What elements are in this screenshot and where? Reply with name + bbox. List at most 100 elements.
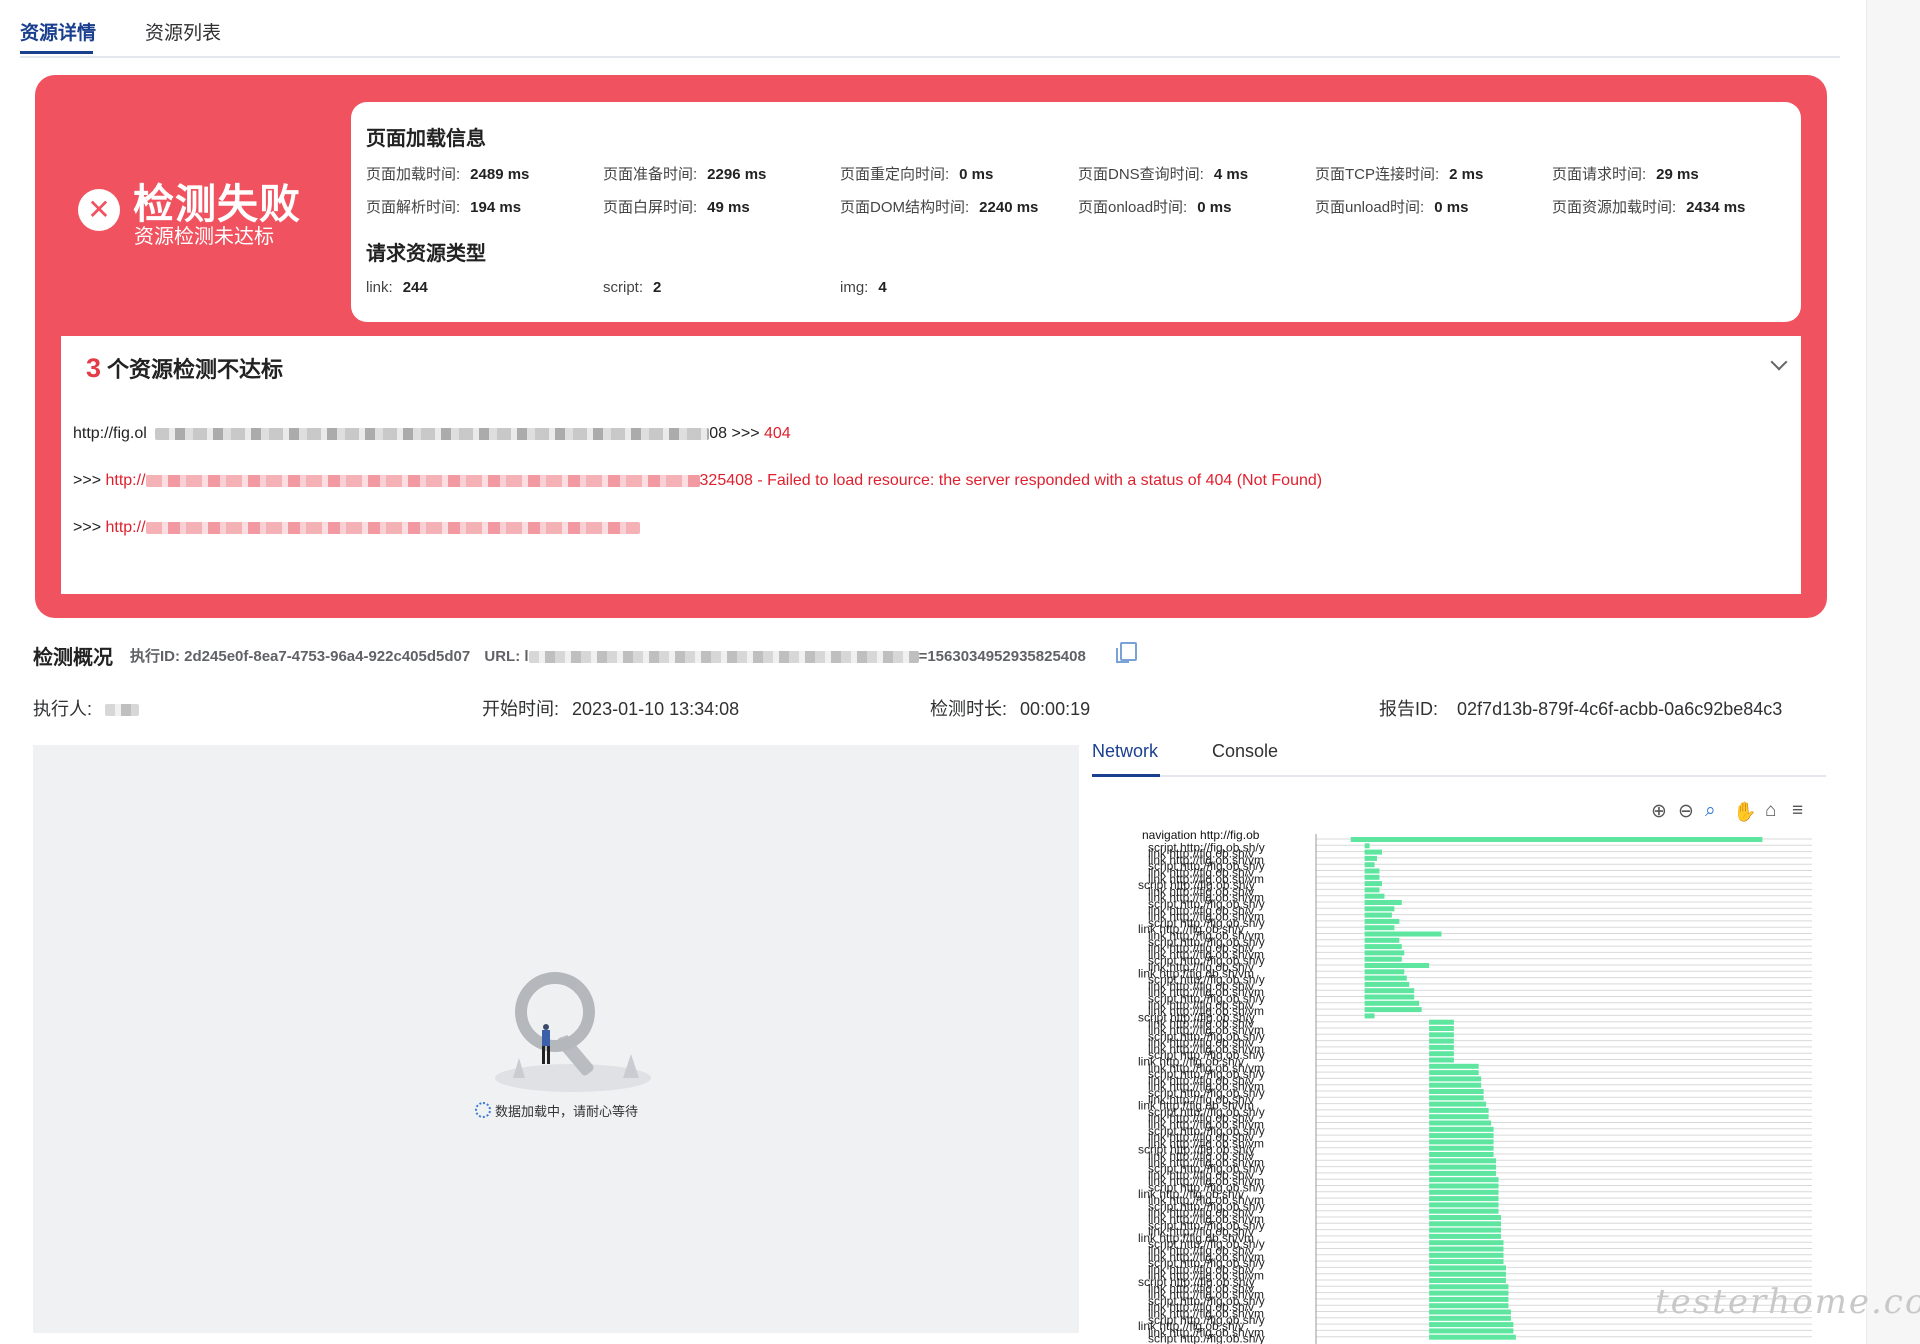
waterfall-bar[interactable] (1429, 1095, 1484, 1101)
waterfall-bar[interactable] (1429, 1019, 1454, 1025)
waterfall-bar[interactable] (1364, 900, 1402, 905)
zoom-in-icon[interactable]: ⊕ (1651, 800, 1667, 823)
waterfall-bar[interactable] (1429, 1259, 1504, 1265)
waterfall-bar[interactable] (1364, 918, 1400, 924)
waterfall-bar[interactable] (1364, 950, 1405, 956)
waterfall-bar[interactable] (1429, 1063, 1479, 1069)
waterfall-bar[interactable] (1429, 1026, 1454, 1031)
waterfall-bar[interactable] (1429, 1328, 1514, 1334)
waterfall-bar[interactable] (1429, 1309, 1511, 1315)
waterfall-bar[interactable] (1364, 994, 1415, 1000)
waterfall-bar[interactable] (1429, 1139, 1494, 1145)
waterfall-bar[interactable] (1429, 1089, 1484, 1094)
waterfall-bar[interactable] (1350, 837, 1763, 842)
waterfall-bar[interactable] (1429, 1183, 1499, 1189)
waterfall-bar[interactable] (1429, 1315, 1511, 1321)
waterfall-bar[interactable] (1364, 925, 1395, 931)
tab-network[interactable]: Network (1092, 741, 1158, 762)
waterfall-bar[interactable] (1429, 1158, 1497, 1164)
waterfall-bar[interactable] (1364, 931, 1442, 937)
waterfall-bar[interactable] (1429, 1070, 1479, 1076)
tab-resource-detail[interactable]: 资源详情 (20, 18, 96, 45)
magnify-icon[interactable]: ⌕ (1705, 800, 1716, 822)
waterfall-bar[interactable] (1429, 1152, 1494, 1157)
waterfall-bar[interactable] (1364, 881, 1382, 887)
waterfall-bar[interactable] (1429, 1051, 1454, 1057)
waterfall-bar[interactable] (1364, 849, 1382, 855)
waterfall-bar[interactable] (1364, 963, 1430, 968)
waterfall-bar[interactable] (1364, 937, 1400, 943)
waterfall-bar[interactable] (1429, 1221, 1502, 1227)
waterfall-bar[interactable] (1429, 1196, 1499, 1202)
waterfall-bar[interactable] (1364, 981, 1410, 987)
waterfall-bar[interactable] (1429, 1032, 1454, 1038)
waterfall-bar[interactable] (1429, 1126, 1494, 1132)
waterfall-bar[interactable] (1429, 1114, 1489, 1120)
waterfall-bar[interactable] (1429, 1145, 1494, 1151)
waterfall-bar[interactable] (1364, 843, 1370, 849)
waterfall-bar[interactable] (1429, 1252, 1504, 1258)
failed-resource-3[interactable]: >>> http:// (73, 519, 640, 537)
menu-icon[interactable]: ≡ (1792, 800, 1803, 822)
screenshot-preview-panel (33, 745, 1079, 1333)
waterfall-bar[interactable] (1429, 1164, 1497, 1170)
waterfall-bar[interactable] (1364, 887, 1380, 893)
waterfall-bar[interactable] (1364, 988, 1415, 994)
waterfall-bar[interactable] (1429, 1101, 1487, 1107)
resource-link[interactable]: http:// (105, 472, 145, 489)
waterfall-bar[interactable] (1429, 1227, 1502, 1233)
home-icon[interactable]: ⌂ (1765, 800, 1776, 822)
waterfall-bar[interactable] (1429, 1246, 1504, 1252)
waterfall-bar[interactable] (1429, 1177, 1499, 1183)
waterfall-bar[interactable] (1429, 1082, 1482, 1088)
waterfall-bar[interactable] (1364, 855, 1378, 861)
waterfall-bar[interactable] (1364, 906, 1395, 912)
waterfall-bar[interactable] (1429, 1303, 1509, 1309)
waterfall-bar[interactable] (1429, 1240, 1504, 1246)
waterfall-bar[interactable] (1429, 1233, 1502, 1239)
waterfall-bar[interactable] (1364, 874, 1380, 880)
waterfall-bar[interactable] (1364, 956, 1402, 962)
waterfall-bar[interactable] (1429, 1284, 1509, 1290)
pan-hand-icon[interactable]: ✋ (1733, 800, 1757, 824)
failed-resource-1[interactable]: http://fig.ol 08 >>> 404 (73, 425, 791, 443)
waterfall-bar[interactable] (1429, 1076, 1482, 1082)
zoom-out-icon[interactable]: ⊖ (1678, 800, 1694, 823)
waterfall-bar[interactable] (1364, 862, 1375, 868)
page-scrollbar-track[interactable] (1866, 0, 1920, 1344)
waterfall-bar[interactable] (1364, 912, 1392, 918)
waterfall-bar[interactable] (1429, 1296, 1509, 1302)
waterfall-bar[interactable] (1364, 969, 1405, 975)
waterfall-bar[interactable] (1364, 944, 1402, 950)
waterfall-bar[interactable] (1429, 1208, 1499, 1214)
waterfall-bar[interactable] (1429, 1120, 1492, 1126)
waterfall-bar[interactable] (1429, 1044, 1454, 1050)
waterfall-bar[interactable] (1429, 1278, 1506, 1283)
waterfall-bar[interactable] (1429, 1290, 1509, 1296)
waterfall-bar[interactable] (1429, 1038, 1454, 1044)
waterfall-bar[interactable] (1429, 1107, 1489, 1113)
waterfall-bar[interactable] (1364, 893, 1385, 899)
waterfall-bar[interactable] (1364, 1007, 1422, 1013)
waterfall-bar[interactable] (1429, 1334, 1516, 1340)
waterfall-bar[interactable] (1429, 1133, 1494, 1139)
waterfall-bar[interactable] (1429, 1189, 1499, 1195)
waterfall-bar[interactable] (1429, 1202, 1499, 1208)
resource-link[interactable]: http:// (105, 519, 145, 536)
waterfall-bar[interactable] (1429, 1322, 1514, 1328)
waterfall-bar[interactable] (1429, 1170, 1497, 1176)
waterfall-bar[interactable] (1429, 1265, 1506, 1271)
tab-resource-list[interactable]: 资源列表 (145, 18, 221, 45)
failed-resource-2[interactable]: >>> http:// 325408 - Failed to load resou… (73, 472, 1322, 490)
metric-value: 2434 ms (1686, 199, 1746, 216)
waterfall-bar[interactable] (1364, 868, 1380, 874)
waterfall-bar[interactable] (1364, 1000, 1420, 1006)
waterfall-bar[interactable] (1429, 1057, 1454, 1063)
load-metric: 页面请求时间: 29 ms (1552, 163, 1699, 184)
copy-icon[interactable] (1116, 642, 1137, 663)
waterfall-bar[interactable] (1429, 1215, 1502, 1220)
waterfall-bar[interactable] (1429, 1271, 1506, 1277)
tab-console[interactable]: Console (1212, 741, 1278, 762)
waterfall-bar[interactable] (1364, 975, 1407, 981)
waterfall-bar[interactable] (1364, 1013, 1375, 1019)
